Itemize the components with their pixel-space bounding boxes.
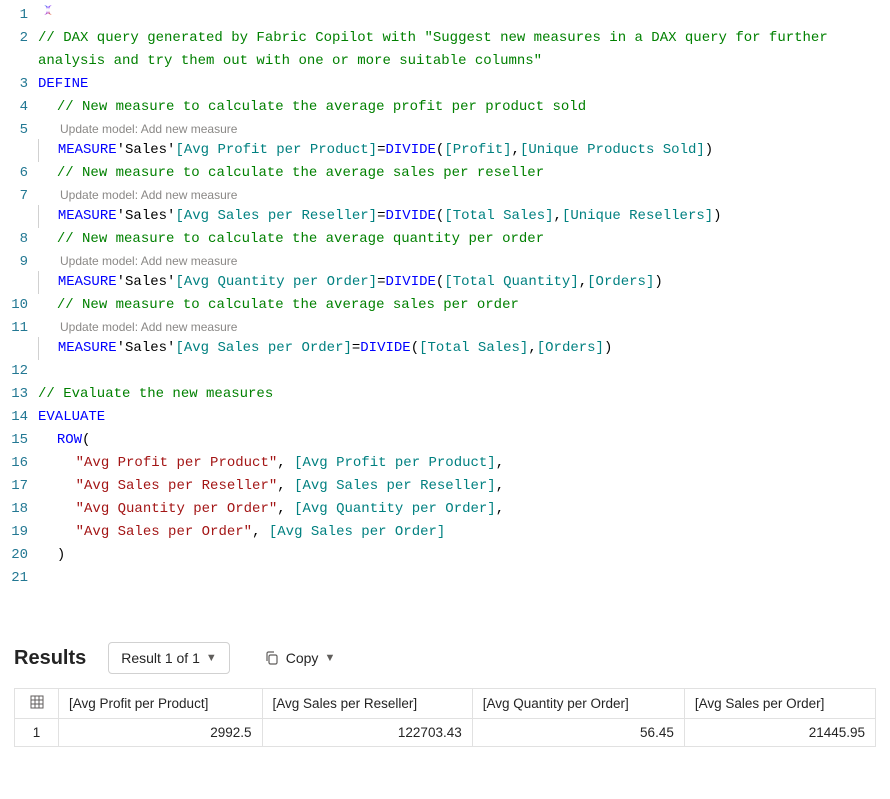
codelens-hint[interactable]: Update model: Add new measure — [38, 119, 890, 139]
code-line[interactable]: // New measure to calculate the average … — [38, 294, 890, 317]
cell: 21445.95 — [684, 719, 875, 747]
line-number: 16 — [0, 452, 28, 475]
indent-guide — [38, 271, 39, 294]
cell: 2992.5 — [59, 719, 263, 747]
code-line[interactable]: "Avg Quantity per Order", [Avg Quantity … — [38, 498, 890, 521]
code-line[interactable]: // New measure to calculate the average … — [38, 228, 890, 251]
line-number: 7 — [0, 185, 28, 228]
table-row[interactable]: 12992.5122703.4356.4521445.95 — [15, 719, 876, 747]
line-number: 1 — [0, 4, 28, 27]
column-header[interactable]: [Avg Sales per Order] — [684, 689, 875, 719]
code-line[interactable] — [38, 360, 890, 383]
code-line[interactable]: Update model: Add new measure MEASURE 'S… — [38, 119, 890, 162]
line-number: 10 — [0, 294, 28, 317]
line-number: 13 — [0, 383, 28, 406]
results-panel: Results Result 1 of 1 ▼ Copy ▼ [Avg Prof… — [0, 642, 890, 747]
line-number-gutter: 123456789101112131415161718192021 — [0, 4, 38, 590]
line-number: 3 — [0, 73, 28, 96]
code-editor[interactable]: 123456789101112131415161718192021 // DAX… — [0, 0, 890, 590]
code-content[interactable]: // DAX query generated by Fabric Copilot… — [38, 4, 890, 590]
column-header[interactable]: [Avg Quantity per Order] — [472, 689, 684, 719]
code-line[interactable]: EVALUATE — [38, 406, 890, 429]
result-pager-button[interactable]: Result 1 of 1 ▼ — [108, 642, 230, 674]
results-header-row: [Avg Profit per Product][Avg Sales per R… — [15, 689, 876, 719]
results-table: [Avg Profit per Product][Avg Sales per R… — [14, 688, 876, 747]
code-line[interactable]: Update model: Add new measure MEASURE 'S… — [38, 185, 890, 228]
chevron-down-icon: ▼ — [324, 652, 335, 664]
line-number: 5 — [0, 119, 28, 162]
line-number: 2 — [0, 27, 28, 73]
line-number: 19 — [0, 521, 28, 544]
line-number: 12 — [0, 360, 28, 383]
copy-icon — [264, 650, 280, 666]
results-toolbar: Results Result 1 of 1 ▼ Copy ▼ — [14, 642, 876, 674]
code-line[interactable]: ) — [38, 544, 890, 567]
code-line[interactable]: ROW( — [38, 429, 890, 452]
code-line[interactable]: Update model: Add new measure MEASURE 'S… — [38, 251, 890, 294]
code-line[interactable] — [38, 567, 890, 590]
line-number: 21 — [0, 567, 28, 590]
line-number: 8 — [0, 228, 28, 251]
result-pager-label: Result 1 of 1 — [121, 650, 200, 666]
line-number: 9 — [0, 251, 28, 294]
cell: 56.45 — [472, 719, 684, 747]
indent-guide — [38, 205, 39, 228]
line-number: 20 — [0, 544, 28, 567]
code-line[interactable]: // New measure to calculate the average … — [38, 96, 890, 119]
line-number: 14 — [0, 406, 28, 429]
copy-label: Copy — [286, 650, 319, 666]
codelens-hint[interactable]: Update model: Add new measure — [38, 317, 890, 337]
code-line[interactable]: DEFINE — [38, 73, 890, 96]
line-number: 15 — [0, 429, 28, 452]
indent-guide — [38, 337, 39, 360]
code-line[interactable]: "Avg Sales per Reseller", [Avg Sales per… — [38, 475, 890, 498]
copy-button[interactable]: Copy ▼ — [252, 642, 348, 674]
codelens-hint[interactable]: Update model: Add new measure — [38, 185, 890, 205]
line-number: 4 — [0, 96, 28, 119]
code-line[interactable]: // New measure to calculate the average … — [38, 162, 890, 185]
column-header[interactable]: [Avg Profit per Product] — [59, 689, 263, 719]
code-line[interactable]: "Avg Sales per Order", [Avg Sales per Or… — [38, 521, 890, 544]
codelens-hint[interactable]: Update model: Add new measure — [38, 251, 890, 271]
column-header[interactable]: [Avg Sales per Reseller] — [262, 689, 472, 719]
results-title: Results — [14, 647, 86, 670]
line-number: 6 — [0, 162, 28, 185]
row-index: 1 — [15, 719, 59, 747]
cell: 122703.43 — [262, 719, 472, 747]
code-line[interactable]: // DAX query generated by Fabric Copilot… — [38, 27, 890, 73]
line-number: 18 — [0, 498, 28, 521]
copilot-icon — [40, 3, 56, 19]
chevron-down-icon: ▼ — [206, 652, 217, 664]
code-line[interactable] — [38, 4, 890, 27]
line-number: 17 — [0, 475, 28, 498]
code-line[interactable]: Update model: Add new measure MEASURE 'S… — [38, 317, 890, 360]
indent-guide — [38, 139, 39, 162]
code-line[interactable]: "Avg Profit per Product", [Avg Profit pe… — [38, 452, 890, 475]
line-number: 11 — [0, 317, 28, 360]
grid-icon — [15, 689, 59, 719]
code-line[interactable]: // Evaluate the new measures — [38, 383, 890, 406]
